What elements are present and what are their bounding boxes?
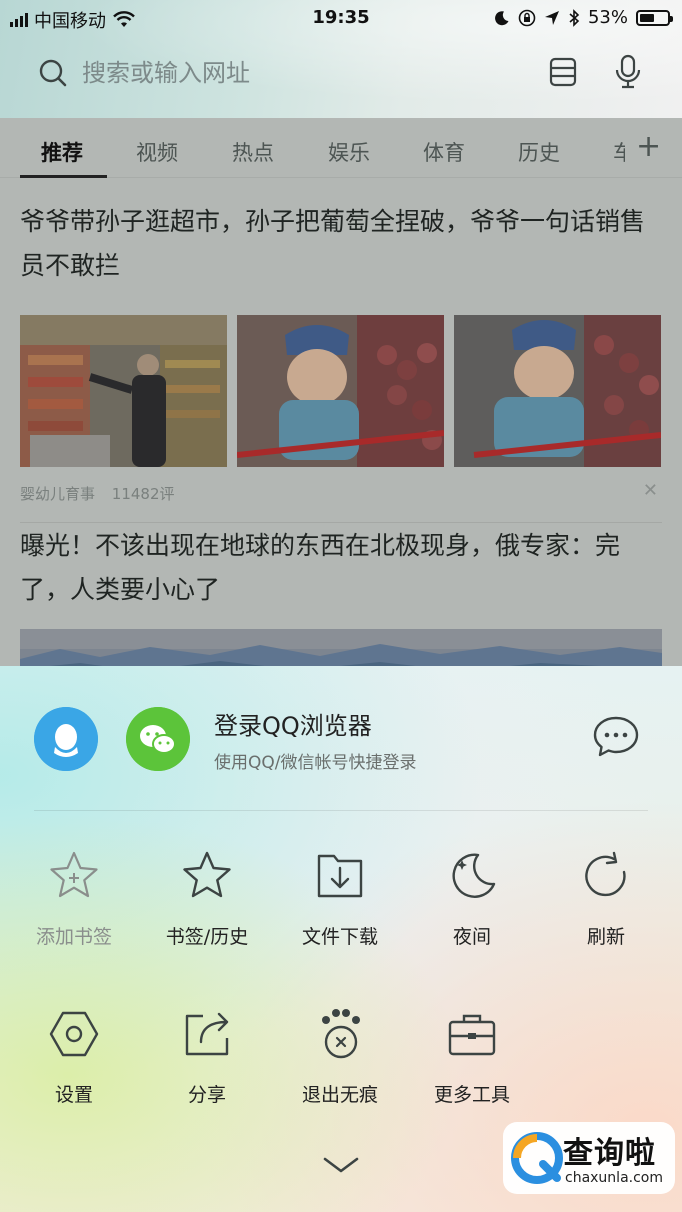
add-channel-icon[interactable]: + [636, 132, 661, 162]
add-bookmark-button[interactable]: 添加书签 [8, 850, 140, 960]
more-tools-label: 更多工具 [433, 1084, 510, 1106]
news-feed: 推荐 视频 热点 娱乐 体育 历史 车 + 爷爷带孙子逛超市，孙子把葡萄全捏破，… [0, 118, 682, 666]
tab-recommend[interactable]: 推荐 [41, 137, 83, 167]
bookmarks-history-button[interactable]: 书签/历史 [141, 850, 273, 960]
bluetooth-icon [569, 8, 580, 27]
tab-sports[interactable]: 体育 [423, 137, 465, 167]
status-bar: 中国移动 19:35 53% [0, 0, 682, 36]
tabs-menu-icon[interactable] [548, 56, 578, 88]
article-comment-count: 11482评 [111, 485, 175, 503]
refresh-button[interactable]: 刷新 [540, 850, 672, 960]
refresh-label: 刷新 [586, 926, 625, 948]
article-meta: 婴幼儿育事 11482评 [20, 483, 187, 504]
exit-incognito-button[interactable]: 退出无痕 [274, 1008, 406, 1118]
baby-grapes-photo-1 [237, 315, 444, 467]
channel-tabs: 推荐 视频 热点 娱乐 体育 历史 车 + [0, 118, 682, 178]
star-icon [183, 851, 231, 898]
share-label: 分享 [187, 1084, 226, 1106]
location-icon [544, 10, 559, 25]
share-button[interactable]: 分享 [141, 1008, 273, 1118]
add-bookmark-label: 添加书签 [35, 926, 112, 948]
article-thumbnails [20, 315, 661, 467]
battery-icon [636, 9, 673, 26]
watermark-logo [511, 1132, 563, 1184]
moon-status-icon [495, 10, 509, 25]
tab-car[interactable]: 车 [613, 137, 625, 167]
watermark-url: chaxunla.com [565, 1170, 663, 1186]
baby-grapes-photo-2 [454, 315, 661, 467]
login-title[interactable]: 登录QQ浏览器 [214, 706, 372, 741]
night-mode-label: 夜间 [452, 926, 491, 948]
browser-header: 中国移动 19:35 53% [0, 0, 682, 118]
refresh-icon [585, 851, 626, 897]
news-article[interactable]: 爷爷带孙子逛超市，孙子把葡萄全捏破，爷爷一句话销售员不敢拦 婴幼儿育事 1148… [20, 200, 662, 523]
login-panel[interactable]: 登录QQ浏览器 使用QQ/微信帐号快捷登录 [0, 666, 682, 810]
more-tools-button[interactable]: 更多工具 [406, 1008, 538, 1118]
login-subtitle: 使用QQ/微信帐号快捷登录 [214, 753, 417, 773]
tab-entertainment[interactable]: 娱乐 [328, 137, 370, 167]
article-title[interactable]: 曝光！不该出现在地球的东西在北极现身，俄专家：完了，人类要小心了 [20, 524, 662, 612]
hexagon-settings-icon [49, 1011, 99, 1057]
battery-fill [640, 13, 654, 22]
active-tab-indicator [20, 175, 107, 178]
tab-history[interactable]: 历史 [518, 137, 560, 167]
night-mode-button[interactable]: 夜间 [406, 850, 538, 960]
file-download-label: 文件下载 [301, 926, 378, 948]
news-article[interactable]: 曝光！不该出现在地球的东西在北极现身，俄专家：完了，人类要小心了 [20, 524, 662, 666]
share-icon [185, 1012, 229, 1056]
microphone-icon[interactable] [614, 54, 642, 90]
wechat-login-icon[interactable] [126, 707, 190, 771]
qq-login-icon[interactable] [34, 707, 98, 771]
file-download-button[interactable]: 文件下载 [274, 850, 406, 960]
folder-download-icon [317, 854, 363, 898]
article-title[interactable]: 爷爷带孙子逛超市，孙子把葡萄全捏破，爷爷一句话销售员不敢拦 [20, 200, 662, 288]
tab-video[interactable]: 视频 [136, 137, 178, 167]
supermarket-photo [20, 315, 227, 467]
watermark-text: 查询啦 [563, 1136, 656, 1171]
settings-button[interactable]: 设置 [8, 1008, 140, 1118]
search-input[interactable] [82, 56, 522, 90]
status-right: 53% [494, 7, 673, 28]
rotation-lock-icon [518, 9, 536, 26]
article-divider [20, 522, 662, 523]
sheet-divider [34, 810, 648, 811]
paw-incognito-icon [322, 1009, 360, 1059]
star-plus-icon [50, 851, 98, 898]
chevron-down-icon[interactable] [322, 1156, 360, 1176]
battery-percent: 53% [587, 7, 628, 28]
search-icon[interactable] [38, 58, 68, 88]
article-source: 婴幼儿育事 [20, 485, 96, 503]
search-bar[interactable] [0, 48, 682, 100]
site-watermark: 查询啦 chaxunla.com [503, 1122, 675, 1194]
settings-label: 设置 [54, 1084, 93, 1106]
message-icon[interactable] [592, 715, 640, 759]
bookmarks-history-label: 书签/历史 [165, 926, 249, 948]
dismiss-article-icon[interactable]: ✕ [643, 480, 658, 501]
toolbox-icon [448, 1014, 496, 1056]
arctic-glacier-photo [20, 629, 662, 666]
moon-icon [452, 853, 496, 898]
exit-incognito-label: 退出无痕 [301, 1084, 378, 1106]
tab-hot[interactable]: 热点 [232, 137, 274, 167]
